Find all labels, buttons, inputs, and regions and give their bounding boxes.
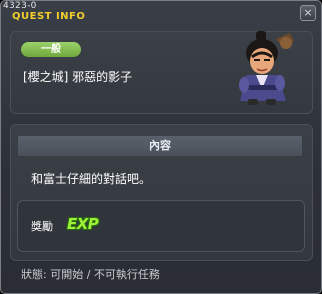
reward-box [17, 200, 305, 252]
npc-avatar [239, 31, 294, 105]
reward-label: 獎勵 [31, 220, 53, 233]
close-symbol: × [303, 6, 313, 19]
quest-status: 狀態: 可開始 / 不可執行任務 [21, 268, 160, 281]
window-title: QUEST INFO [12, 11, 86, 22]
content-text: 和富士仔細的對話吧。 [31, 172, 152, 186]
exp-reward-icon: EXP [67, 215, 99, 233]
content-header: 內容 [18, 136, 302, 156]
quest-id: 4323-0 [3, 1, 37, 11]
quest-category-badge: 一般 [21, 42, 81, 57]
quest-info-window: 4323-0 QUEST INFO × 一般 [櫻之城] 邪惡的影子 內容 和富… [0, 0, 322, 294]
quest-name: [櫻之城] 邪惡的影子 [23, 70, 133, 84]
close-icon[interactable]: × [300, 5, 316, 21]
